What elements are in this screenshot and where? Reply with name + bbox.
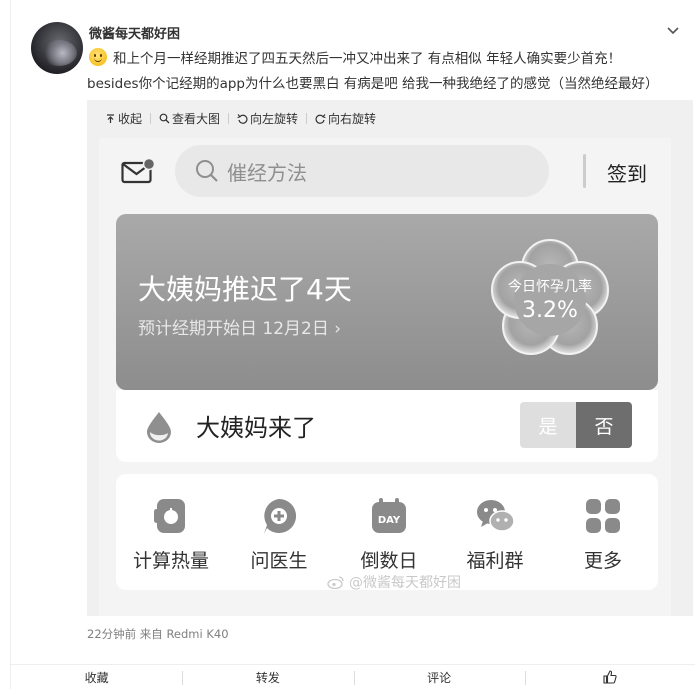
quick-label: 倒数日 <box>360 550 418 572</box>
quick-label: 福利群 <box>466 550 524 572</box>
quick-item-doctor[interactable]: 问医生 <box>224 496 334 573</box>
toolbar-divider <box>150 113 152 124</box>
rotate-right-button[interactable]: 向右旋转 <box>315 110 376 127</box>
favorite-button[interactable]: 收藏 <box>11 665 182 689</box>
doctor-plus-icon <box>264 498 297 534</box>
rotate-right-icon <box>315 114 326 124</box>
quick-item-calories[interactable]: 计算热量 <box>116 496 226 573</box>
pregnancy-prob-label: 今日怀孕几率 <box>508 279 592 295</box>
drop-icon <box>147 412 171 443</box>
rotate-right-label: 向右旋转 <box>328 112 377 126</box>
repost-button[interactable]: 转发 <box>182 665 353 689</box>
pregnancy-prob-value: 3.2% <box>522 298 578 323</box>
smile-emoji-icon <box>89 48 107 66</box>
quick-item-more[interactable]: 更多 <box>548 496 658 573</box>
search-placeholder: 催经方法 <box>227 160 307 185</box>
expected-date-link[interactable]: 预计经期开始日 12月2日 › <box>138 314 341 339</box>
banner-title: 大姨妈推迟了4天 <box>138 273 352 306</box>
day-icon-text: DAY <box>378 515 401 526</box>
app-screenshot[interactable]: 催经方法 签到 大姨妈推迟了4天 预计经期开始日 12月2日 › 今日怀孕几率 … <box>99 138 671 616</box>
period-toggle: 是 否 <box>520 402 632 448</box>
like-button[interactable] <box>524 665 695 689</box>
media-viewer: 收起 查看大图 向左旋转 向右旋转 催经方法 签到 大姨妈推迟了4天 预计经期开… <box>87 100 693 616</box>
search-icon <box>196 160 218 182</box>
avatar[interactable] <box>31 22 83 74</box>
quick-label: 更多 <box>583 550 622 572</box>
media-toolbar: 收起 查看大图 向左旋转 向右旋转 <box>105 110 376 127</box>
rotate-left-label: 向左旋转 <box>250 112 299 126</box>
mail-icon <box>121 158 155 184</box>
signin-button[interactable]: 签到 <box>607 158 647 187</box>
rotate-left-button[interactable]: 向左旋转 <box>237 110 298 127</box>
view-large-label: 查看大图 <box>172 112 221 126</box>
quick-label: 计算热量 <box>132 550 209 572</box>
period-started-label: 大姨妈来了 <box>196 414 316 442</box>
watermark: @微酱每天都好困 <box>327 572 461 592</box>
comment-button[interactable]: 评论 <box>353 665 525 689</box>
chevron-down-icon[interactable] <box>665 22 681 38</box>
toolbar-divider <box>306 113 308 124</box>
post-text-line2: besides你个记经期的app为什么也要黑白 有病是吧 给我一种我绝经了的感觉… <box>87 76 659 92</box>
collapse-up-icon <box>107 114 114 123</box>
weibo-post: 微酱每天都好困 和上个月一样经期推迟了四五天然后一冲又冲出来了 有点相似 年轻人… <box>10 0 695 689</box>
view-large-button[interactable]: 查看大图 <box>159 110 220 127</box>
watermark-text: @微酱每天都好困 <box>349 575 461 591</box>
rotate-left-icon <box>237 114 248 124</box>
quick-item-countdown[interactable]: DAY 倒数日 <box>334 496 444 573</box>
post-text-line1: 和上个月一样经期推迟了四五天然后一冲又冲出来了 有点相似 年轻人确实要少首充！ <box>89 47 621 67</box>
post-text-1: 和上个月一样经期推迟了四五天然后一冲又冲出来了 有点相似 年轻人确实要少首充！ <box>113 51 622 67</box>
magnifier-icon <box>159 113 170 124</box>
weibo-logo-icon <box>327 576 344 589</box>
calculator-icon <box>154 499 185 533</box>
collapse-label: 收起 <box>118 112 143 126</box>
thumbs-up-icon <box>603 670 618 684</box>
period-started-card: 大姨妈来了 是 否 <box>116 390 658 462</box>
quick-item-group[interactable]: 福利群 <box>440 496 550 573</box>
quick-label: 问医生 <box>250 550 308 572</box>
day-calendar-icon: DAY <box>372 498 406 533</box>
header-divider <box>583 154 586 188</box>
yes-button[interactable]: 是 <box>520 402 576 448</box>
toolbar-divider <box>228 113 230 124</box>
grid-more-icon <box>586 499 620 533</box>
collapse-button[interactable]: 收起 <box>105 110 142 127</box>
post-meta: 22分钟前 来自 Redmi K40 <box>87 627 229 641</box>
search-input[interactable]: 催经方法 <box>175 145 549 197</box>
username[interactable]: 微酱每天都好困 <box>89 23 180 42</box>
period-banner[interactable]: 大姨妈推迟了4天 预计经期开始日 12月2日 › 今日怀孕几率 3.2% <box>116 214 658 390</box>
no-button[interactable]: 否 <box>576 402 632 448</box>
wechat-bubbles-icon <box>477 500 515 532</box>
action-bar: 收藏 转发 评论 <box>11 664 695 689</box>
